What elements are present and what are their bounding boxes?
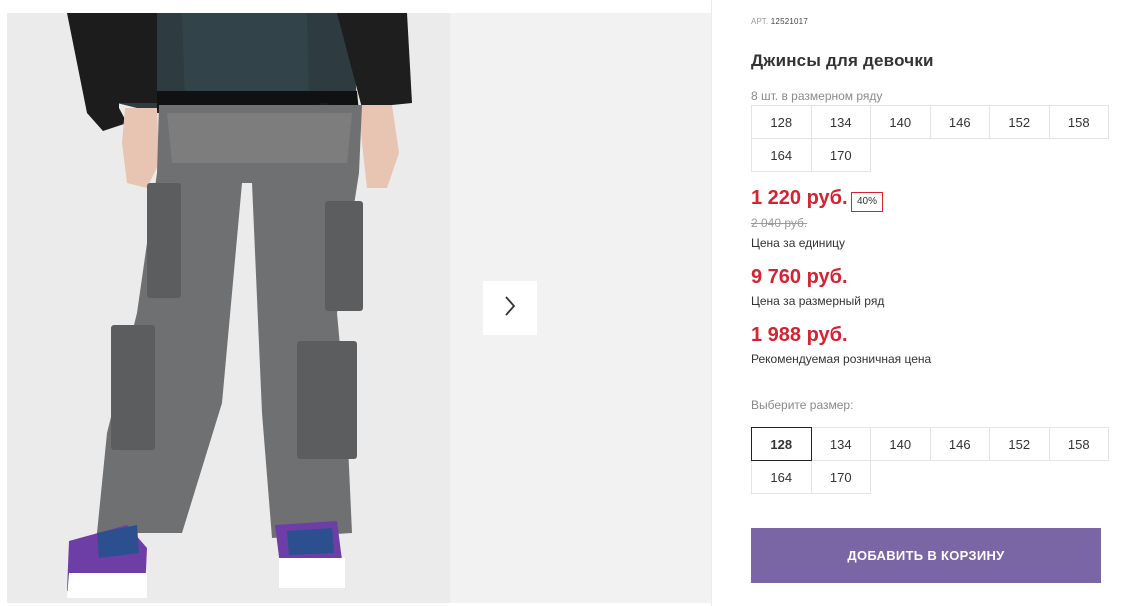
product-title: Джинсы для девочки <box>751 51 934 70</box>
article-label: АРТ. <box>751 17 769 26</box>
size-selector: 128 134 140 146 152 158 164 170 <box>751 427 1109 494</box>
pack-size-cell: 152 <box>989 105 1050 139</box>
chevron-right-icon <box>502 294 518 323</box>
gallery-next-button[interactable] <box>483 281 537 335</box>
size-option[interactable]: 146 <box>929 427 990 461</box>
product-photo-illustration <box>7 13 450 603</box>
size-option[interactable]: 158 <box>1048 427 1109 461</box>
size-option[interactable]: 152 <box>989 427 1050 461</box>
rrp-price-label: Рекомендуемая розничная цена <box>751 352 932 366</box>
pack-price-label: Цена за размерный ряд <box>751 294 885 308</box>
product-photo <box>7 13 450 603</box>
old-price: 2 040 руб. <box>751 216 808 230</box>
size-option[interactable]: 170 <box>810 460 871 494</box>
pack-size-cell: 140 <box>870 105 931 139</box>
product-gallery <box>0 0 711 606</box>
discount-badge: 40% <box>851 192 884 212</box>
unit-price: 1 220 руб. <box>751 187 848 209</box>
article-number: АРТ. 12521017 <box>751 17 808 26</box>
pack-size-cell: 164 <box>751 138 812 172</box>
choose-size-label: Выберите размер: <box>751 398 854 412</box>
pack-size-cell: 134 <box>810 105 871 139</box>
add-to-cart-button[interactable]: ДОБАВИТЬ В КОРЗИНУ <box>751 528 1101 583</box>
size-option-selected[interactable]: 128 <box>751 427 812 461</box>
article-value: 12521017 <box>770 17 808 26</box>
size-option[interactable]: 140 <box>870 427 931 461</box>
pack-size-cell: 128 <box>751 105 812 139</box>
size-option[interactable]: 164 <box>751 460 812 494</box>
panel-divider <box>711 0 712 606</box>
pack-count-label: 8 шт. в размерном ряду <box>751 89 883 103</box>
pack-size-cell: 158 <box>1048 105 1109 139</box>
unit-price-label: Цена за единицу <box>751 236 846 250</box>
rrp-price: 1 988 руб. <box>751 324 848 346</box>
pack-size-cell: 170 <box>810 138 871 172</box>
size-option[interactable]: 134 <box>810 427 871 461</box>
pack-size-grid: 128 134 140 146 152 158 164 170 <box>751 105 1109 172</box>
pack-size-cell: 146 <box>929 105 990 139</box>
pack-price: 9 760 руб. <box>751 266 848 288</box>
